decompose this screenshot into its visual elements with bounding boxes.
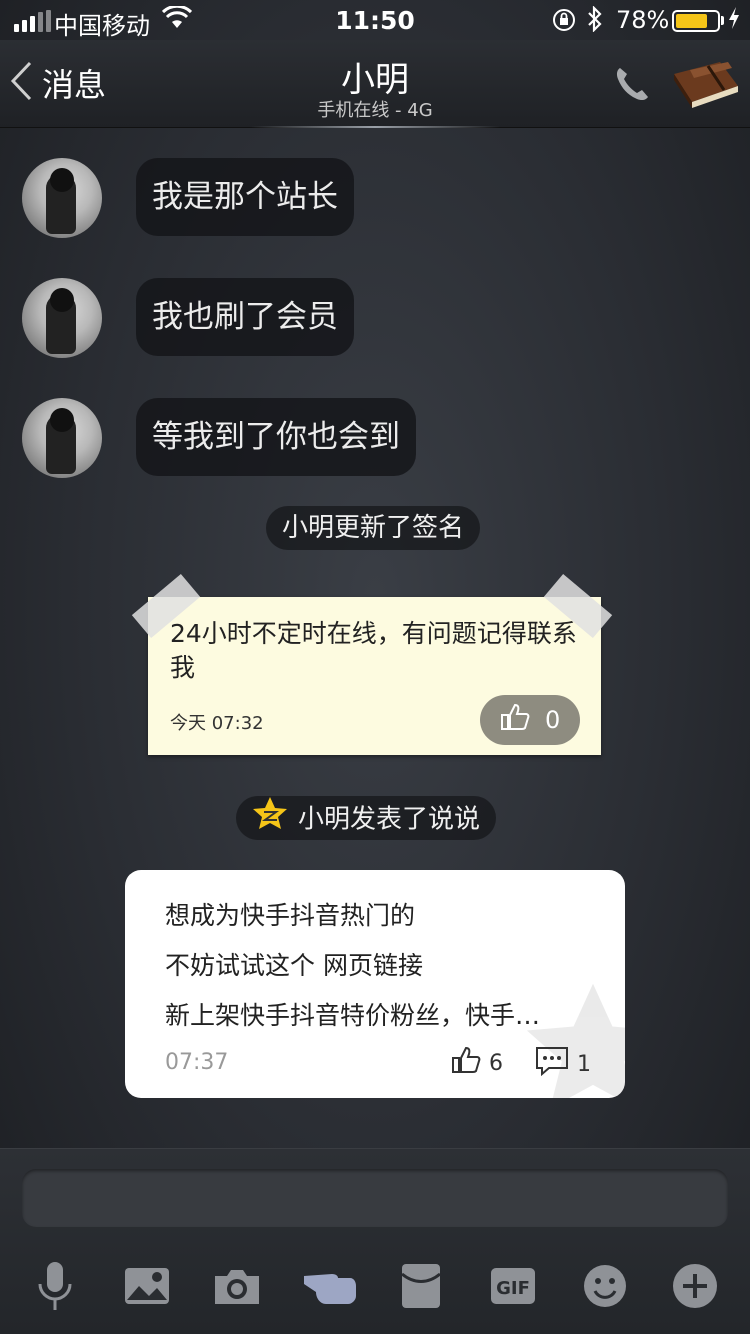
book-icon[interactable]	[668, 56, 742, 114]
post-card[interactable]: 想成为快手抖音热门的 不妨试试这个 网页链接 新上架快手抖音特价粉丝，快手… 0…	[125, 870, 625, 1098]
svg-text:GIF: GIF	[496, 1278, 530, 1299]
input-area: GIF	[0, 1148, 750, 1334]
message-bubble[interactable]: 我是那个站长	[136, 158, 354, 236]
post-line: 新上架快手抖音特价粉丝，快手…	[165, 1001, 541, 1030]
message-input[interactable]	[22, 1169, 728, 1227]
camera-icon[interactable]	[212, 1261, 262, 1311]
avatar[interactable]	[22, 278, 102, 358]
emoji-icon[interactable]	[580, 1261, 630, 1311]
battery-icon	[672, 10, 720, 32]
thumbs-up-icon	[500, 703, 530, 737]
signature-time: 今天 07:32	[170, 713, 264, 734]
red-packet-icon[interactable]	[396, 1261, 446, 1311]
plus-icon[interactable]	[670, 1261, 720, 1311]
post-like-button[interactable]: 6	[451, 1046, 503, 1080]
status-bar: 中国移动 11:50 78%	[0, 0, 750, 40]
post-line: 不妨试试这个 网页链接	[165, 951, 423, 980]
comment-icon	[535, 1046, 569, 1082]
thumbs-up-icon	[451, 1046, 481, 1080]
poke-hand-icon[interactable]	[302, 1261, 360, 1311]
message-bubble[interactable]: 我也刷了会员	[136, 278, 354, 356]
system-notice-post-text: 小明发表了说说	[298, 804, 481, 835]
nav-divider-glow	[250, 126, 500, 128]
battery-percent: 78%	[616, 6, 670, 34]
charging-bolt-icon	[728, 6, 740, 36]
system-notice-post: 小明发表了说说	[236, 796, 497, 840]
system-notice-signature: 小明更新了签名	[266, 506, 481, 550]
avatar[interactable]	[22, 398, 102, 478]
bluetooth-icon	[586, 5, 604, 38]
signature-note[interactable]: 24小时不定时在线，有问题记得联系我 今天 07:32 0	[131, 573, 613, 755]
post-line: 想成为快手抖音热门的	[165, 901, 416, 930]
phone-icon[interactable]	[612, 64, 652, 108]
post-like-count: 6	[489, 1050, 503, 1076]
microphone-icon[interactable]	[30, 1261, 80, 1311]
post-comment-button[interactable]: 1	[535, 1046, 591, 1082]
battery-tip	[721, 16, 724, 25]
gif-icon[interactable]: GIF	[488, 1261, 538, 1311]
post-comment-count: 1	[577, 1051, 591, 1077]
rotation-lock-icon	[552, 8, 576, 38]
qzone-star-icon	[252, 796, 288, 844]
message-bubble[interactable]: 等我到了你也会到	[136, 398, 416, 476]
signature-text: 24小时不定时在线，有问题记得联系我	[170, 619, 577, 682]
post-time: 07:37	[165, 1050, 229, 1075]
signature-like-count: 0	[545, 706, 561, 734]
avatar[interactable]	[22, 158, 102, 238]
signature-like-button[interactable]: 0	[480, 695, 580, 745]
image-icon[interactable]	[122, 1261, 172, 1311]
nav-bar: 消息 小明 手机在线 - 4G	[0, 40, 750, 128]
